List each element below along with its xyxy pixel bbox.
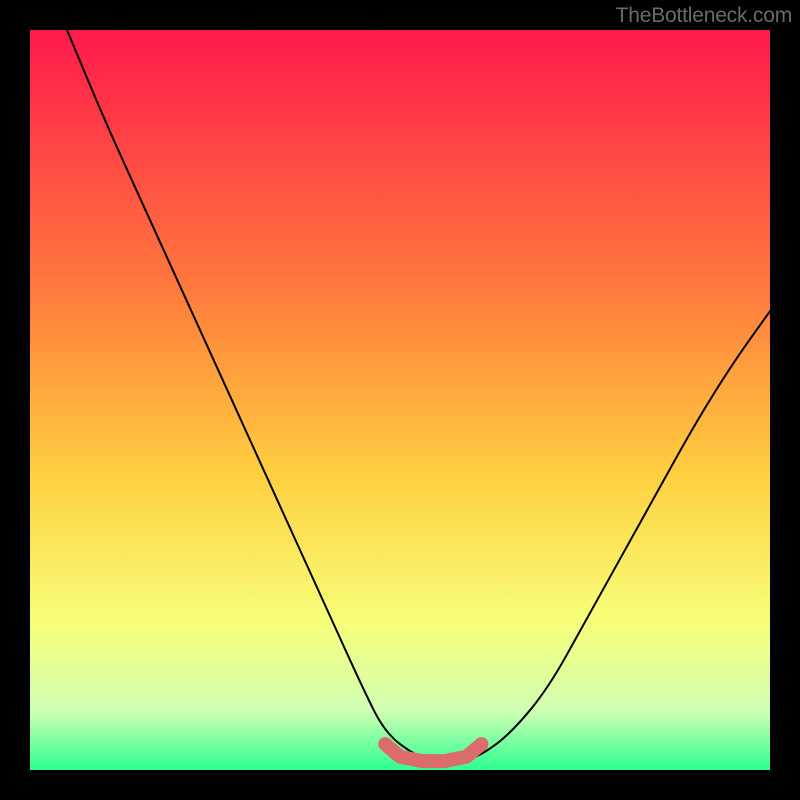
chart-frame: TheBottleneck.com xyxy=(0,0,800,800)
bottleneck-chart-svg xyxy=(0,0,800,800)
watermark-text: TheBottleneck.com xyxy=(616,4,792,28)
plot-area-background xyxy=(30,30,770,770)
